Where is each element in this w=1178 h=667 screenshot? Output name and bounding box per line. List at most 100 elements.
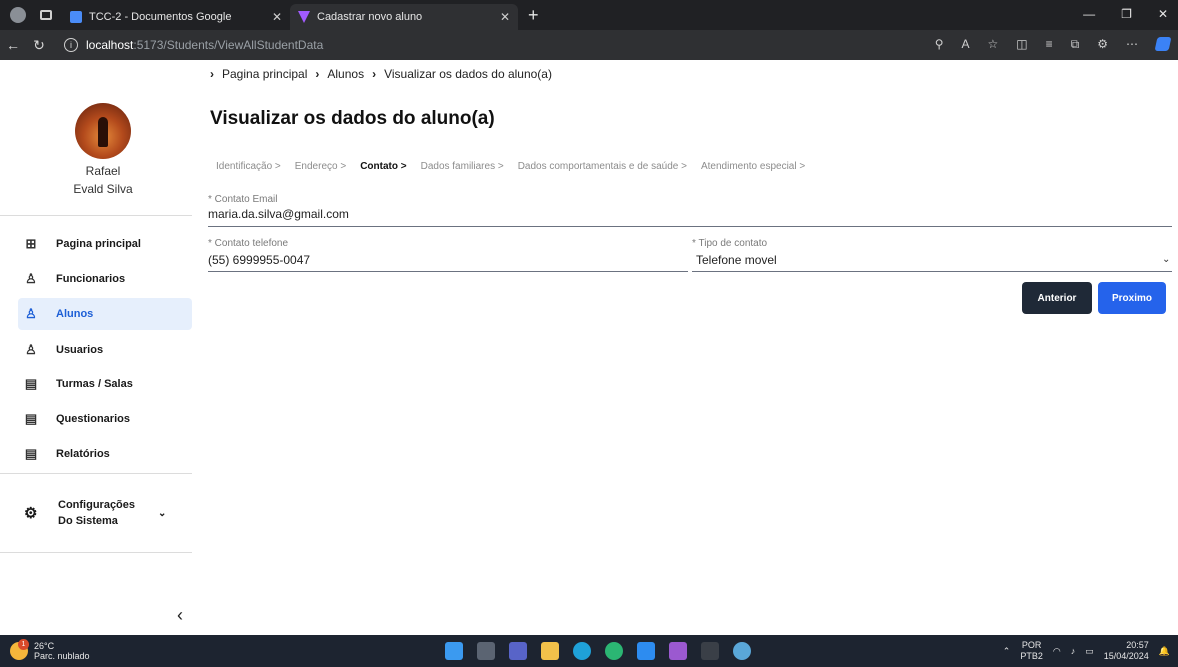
url-field[interactable]: localhost:5173/Students/ViewAllStudentDa… xyxy=(86,38,323,52)
system-tray: ⌃ POR PTB2 ◠ ♪ ▭ 20:57 15/04/2024 🔔 xyxy=(1003,640,1170,662)
user-icon: ♙ xyxy=(25,306,37,321)
main-content: › Pagina principal › Alunos › Visualizar… xyxy=(200,60,1178,635)
breadcrumb-item: Visualizar os dados do aluno(a) xyxy=(384,67,552,81)
docker-icon[interactable] xyxy=(637,642,655,660)
chevron-right-icon: › xyxy=(315,67,320,81)
sidebar-item-label: Relatórios xyxy=(56,448,110,460)
next-button[interactable]: Proximo xyxy=(1098,282,1166,314)
reload-icon[interactable]: ↻ xyxy=(26,37,52,54)
contact-type-underline xyxy=(692,271,1172,272)
contact-type-select[interactable]: Telefone movel xyxy=(696,253,777,267)
read-aloud-icon[interactable]: A xyxy=(962,37,970,52)
gear-icon: ⚙ xyxy=(24,505,38,522)
chevron-right-icon: › xyxy=(210,67,214,81)
edge-icon[interactable] xyxy=(573,642,591,660)
sidebar-item-funcionarios[interactable]: ♙ Funcionarios xyxy=(18,263,192,295)
grid-icon: ⊞ xyxy=(25,236,37,251)
sidebar-item-label: Pagina principal xyxy=(56,238,141,250)
sidebar-item-label: Funcionarios xyxy=(56,273,126,285)
keyboard-layout: PTB2 xyxy=(1020,651,1043,661)
teams-icon[interactable] xyxy=(509,642,527,660)
close-tab-icon[interactable]: ✕ xyxy=(272,10,282,24)
terminal-icon[interactable] xyxy=(701,642,719,660)
favorite-star-icon[interactable]: ☆ xyxy=(988,37,999,52)
phone-field-underline xyxy=(208,271,688,272)
sidebar-item-questionarios[interactable]: ▤ Questionarios xyxy=(18,403,192,435)
site-info-icon[interactable]: i xyxy=(64,38,78,52)
key-icon[interactable]: ⚲ xyxy=(935,37,944,52)
new-tab-button[interactable]: + xyxy=(528,5,539,26)
collapse-sidebar-button[interactable]: ‹ xyxy=(177,605,183,626)
battery-icon[interactable]: ▭ xyxy=(1085,646,1094,657)
user-icon: ♙ xyxy=(25,271,37,286)
browser-tab-cadastrar[interactable]: Cadastrar novo aluno ✕ xyxy=(290,4,518,30)
chevron-right-icon: › xyxy=(372,67,377,81)
sidebar-item-relatorios[interactable]: ▤ Relatórios xyxy=(18,438,192,470)
sidebar-item-pagina-principal[interactable]: ⊞ Pagina principal xyxy=(18,228,192,260)
os-taskbar: 1 26°C Parc. nublado ⌃ POR PTB2 ◠ ♪ ▭ 20… xyxy=(0,635,1178,667)
wifi-icon[interactable]: ◠ xyxy=(1053,646,1061,657)
sidebar-item-turmas-salas[interactable]: ▤ Turmas / Salas xyxy=(18,368,192,400)
whatsapp-icon[interactable] xyxy=(605,642,623,660)
google-docs-icon xyxy=(70,11,82,23)
sidebar-item-alunos[interactable]: ♙ Alunos xyxy=(18,298,192,330)
sidebar-item-label: Turmas / Salas xyxy=(56,378,133,390)
browser-tab-bar: TCC-2 - Documentos Google ✕ Cadastrar no… xyxy=(0,0,1178,30)
copilot-icon[interactable] xyxy=(1154,37,1172,51)
sidebar-divider xyxy=(0,552,192,553)
collections-icon[interactable]: ⧉ xyxy=(1071,37,1080,52)
weather-widget[interactable]: 1 26°C Parc. nublado xyxy=(10,639,90,661)
sidebar-item-configuracoes[interactable]: ⚙ Configurações Do Sistema ⌄ xyxy=(18,497,192,529)
notification-bell-icon[interactable]: 🔔 xyxy=(1159,646,1170,657)
back-icon[interactable]: ← xyxy=(0,37,26,53)
tab-actions-icon[interactable] xyxy=(40,10,52,20)
email-field[interactable]: maria.da.silva@gmail.com xyxy=(208,207,349,221)
url-path: :5173/Students/ViewAllStudentData xyxy=(133,38,324,52)
phone-field[interactable]: (55) 6999955-0047 xyxy=(208,253,310,267)
step-dados-comportamentais[interactable]: Dados comportamentais e de saúde > xyxy=(518,161,687,172)
phone-label: * Contato telefone xyxy=(208,238,289,249)
app-icon[interactable] xyxy=(733,642,751,660)
sidebar-item-label: Questionarios xyxy=(56,413,130,425)
windows-start-icon[interactable] xyxy=(445,642,463,660)
tab-title: TCC-2 - Documentos Google xyxy=(89,11,232,23)
split-screen-icon[interactable]: ◫ xyxy=(1016,37,1027,52)
volume-icon[interactable]: ♪ xyxy=(1071,646,1076,656)
step-identificacao[interactable]: Identificação > xyxy=(216,161,281,172)
breadcrumb-item[interactable]: Alunos xyxy=(327,67,364,81)
sidebar-divider xyxy=(0,215,192,216)
step-endereco[interactable]: Endereço > xyxy=(295,161,346,172)
sidebar-item-label: Configurações Do Sistema xyxy=(58,499,136,527)
extensions-icon[interactable]: ⚙ xyxy=(1097,37,1108,52)
step-atendimento-especial[interactable]: Atendimento especial > xyxy=(701,161,805,172)
language-indicator[interactable]: POR PTB2 xyxy=(1020,640,1043,662)
visual-studio-icon[interactable] xyxy=(669,642,687,660)
sidebar-item-usuarios[interactable]: ♙ Usuarios xyxy=(18,334,192,366)
page-title: Visualizar os dados do aluno(a) xyxy=(210,108,495,129)
email-field-underline xyxy=(208,226,1172,227)
user-icon: ♙ xyxy=(25,342,37,357)
close-tab-icon[interactable]: ✕ xyxy=(500,10,510,24)
chevron-up-icon[interactable]: ⌃ xyxy=(1003,646,1011,657)
favorites-icon[interactable]: ≡ xyxy=(1046,37,1053,52)
task-view-icon[interactable] xyxy=(477,642,495,660)
taskbar-apps xyxy=(445,642,751,660)
minimize-icon[interactable]: — xyxy=(1083,7,1095,21)
close-window-icon[interactable]: ✕ xyxy=(1158,7,1168,21)
sidebar-item-label: Alunos xyxy=(56,308,94,320)
previous-button[interactable]: Anterior xyxy=(1022,282,1092,314)
document-icon: ▤ xyxy=(24,411,38,426)
more-icon[interactable]: ⋯ xyxy=(1126,37,1138,52)
profile-icon[interactable] xyxy=(10,7,26,23)
weather-icon: 1 xyxy=(10,639,29,660)
step-contato[interactable]: Contato > xyxy=(360,161,406,172)
breadcrumb-item[interactable]: Pagina principal xyxy=(222,67,307,81)
chevron-down-icon[interactable]: ⌄ xyxy=(158,508,166,519)
restore-icon[interactable]: ❐ xyxy=(1121,7,1132,21)
file-explorer-icon[interactable] xyxy=(541,642,559,660)
url-host: localhost xyxy=(86,38,134,52)
chevron-down-icon[interactable]: ⌄ xyxy=(1162,254,1170,265)
step-dados-familiares[interactable]: Dados familiares > xyxy=(421,161,504,172)
clock[interactable]: 20:57 15/04/2024 xyxy=(1104,640,1149,662)
browser-tab-docs[interactable]: TCC-2 - Documentos Google ✕ xyxy=(62,4,290,30)
